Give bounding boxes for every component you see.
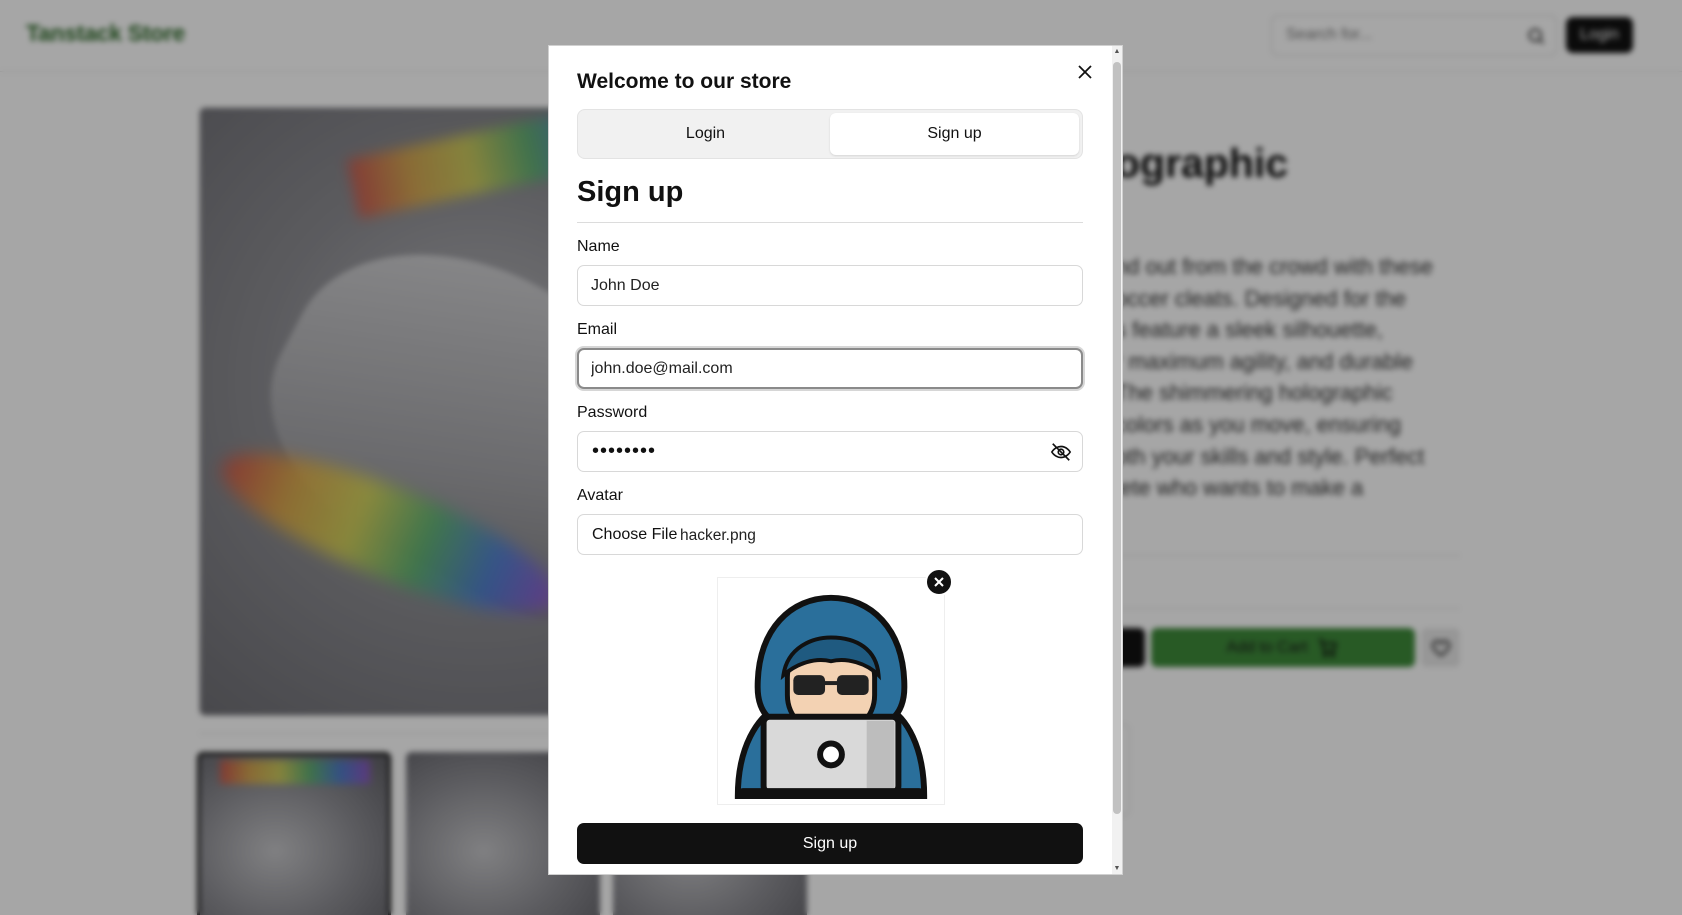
name-field[interactable] — [577, 265, 1083, 306]
divider — [577, 222, 1083, 223]
name-input[interactable] — [591, 277, 1031, 295]
hacker-avatar-image — [734, 594, 928, 800]
sign-up-submit-button[interactable]: Sign up — [577, 823, 1083, 864]
scroll-up-arrow[interactable]: ▲ — [1113, 47, 1121, 55]
avatar-preview — [717, 577, 945, 805]
password-field[interactable]: •••••••• — [577, 431, 1083, 472]
avatar-label: Avatar — [577, 487, 623, 504]
modal-title: Welcome to our store — [577, 70, 792, 93]
close-icon — [934, 577, 944, 587]
choose-file-button[interactable]: Choose File — [592, 526, 677, 544]
scroll-down-arrow[interactable]: ▼ — [1113, 864, 1121, 872]
tab-login[interactable]: Login — [581, 113, 830, 155]
tab-sign-up[interactable]: Sign up — [830, 113, 1079, 155]
close-icon — [1078, 65, 1092, 79]
auth-modal: Welcome to our store Login Sign up Sign … — [548, 45, 1123, 875]
email-field[interactable] — [577, 348, 1083, 389]
remove-avatar-button[interactable] — [925, 568, 953, 596]
avatar-file-input[interactable]: Choose File hacker.png — [577, 514, 1083, 555]
email-input[interactable] — [591, 360, 1031, 378]
password-value: •••••••• — [592, 440, 657, 462]
form-heading: Sign up — [577, 176, 684, 208]
password-label: Password — [577, 404, 648, 421]
auth-tabs: Login Sign up — [577, 109, 1083, 159]
eye-off-icon[interactable] — [1050, 441, 1072, 463]
scrollbar-thumb[interactable] — [1113, 62, 1121, 814]
name-label: Name — [577, 238, 620, 255]
close-button[interactable] — [1073, 60, 1097, 84]
selected-file-name: hacker.png — [680, 527, 756, 544]
email-label: Email — [577, 321, 618, 338]
